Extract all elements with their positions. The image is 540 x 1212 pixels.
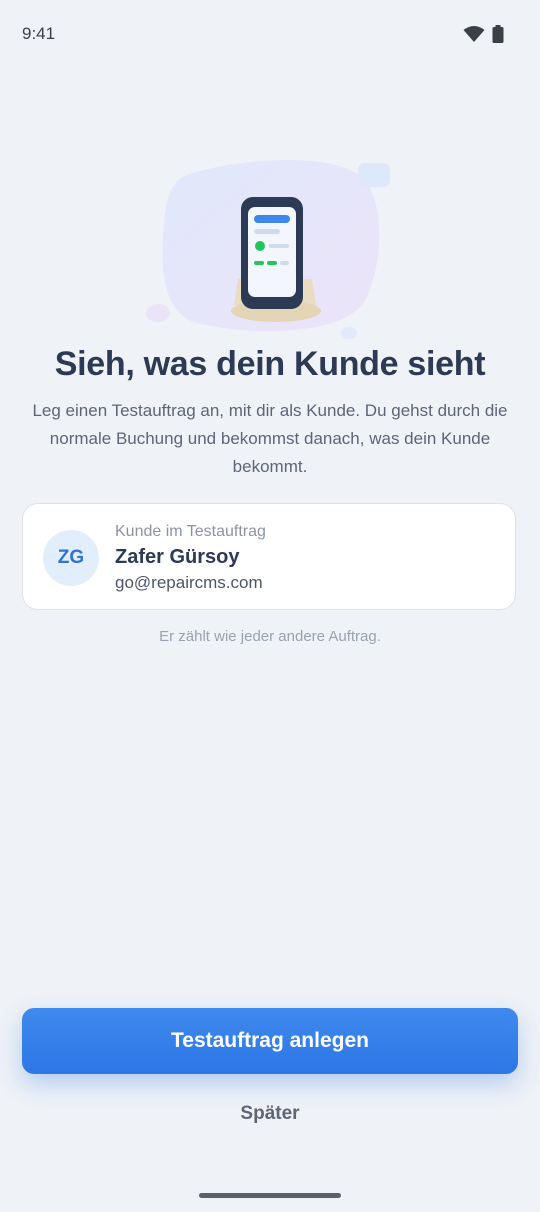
customer-card-label: Kunde im Testauftrag [115,523,266,540]
hint-text: Er zählt wie jeder andere Auftrag. [159,628,381,645]
phone-illustration-icon [146,159,390,339]
wifi-icon [463,26,485,42]
avatar: ZG [43,530,99,586]
status-time: 9:41 [22,24,56,43]
customer-email: go@repaircms.com [115,573,263,592]
home-indicator[interactable] [199,1193,341,1198]
later-button[interactable]: Später [170,1096,370,1132]
create-test-order-button[interactable]: Testauftrag anlegen [22,1008,518,1074]
battery-icon [492,25,504,43]
customer-name: Zafer Gürsoy [115,546,240,568]
page-subtitle: Leg einen Testauftrag an, mit dir als Ku… [32,401,508,476]
status-bar: 9:41 [0,0,540,68]
page-title: Sieh, was dein Kunde sieht [54,345,486,383]
customer-card: ZG Kunde im Testauftrag Zafer Gürsoy go@… [22,503,516,610]
